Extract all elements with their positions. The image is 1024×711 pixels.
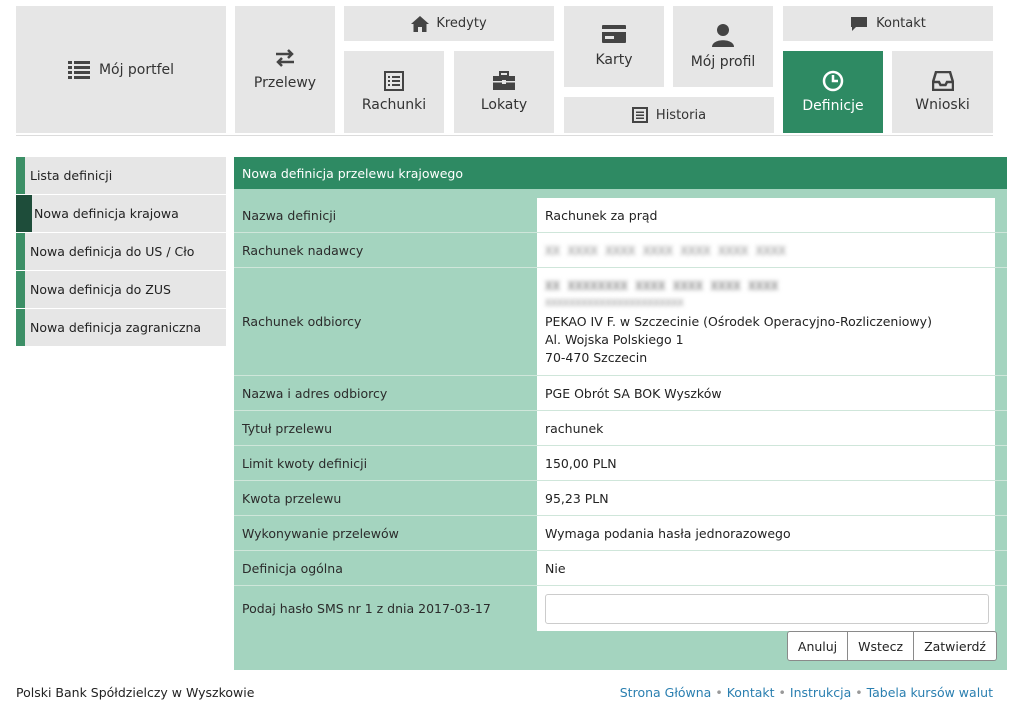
row-label: Nazwa i adres odbiorcy bbox=[242, 385, 388, 401]
form-row-transfer-title: Tytuł przelewu rachunek bbox=[234, 411, 1007, 446]
definition-form: Nazwa definicji Rachunek za prąd Rachune… bbox=[234, 198, 1007, 631]
credit-card-icon bbox=[602, 25, 626, 43]
recipient-bank-name: PEKAO IV F. w Szczecinie (Ośrodek Operac… bbox=[545, 313, 932, 329]
nav-tile-accounts[interactable]: Rachunki bbox=[344, 51, 444, 133]
form-row-amount-limit: Limit kwoty definicji 150,00 PLN bbox=[234, 446, 1007, 481]
nav-label-loans: Kredyty bbox=[436, 16, 487, 31]
form-row-general-definition: Definicja ogólna Nie bbox=[234, 551, 1007, 586]
recipient-account-number: XX XXXXXXXX XXXX XXXX XXXX XXXX bbox=[545, 277, 779, 293]
chat-icon bbox=[851, 16, 868, 31]
sms-password-cell bbox=[537, 586, 995, 631]
sidebar-item-new-zus[interactable]: Nowa definicja do ZUS bbox=[16, 271, 226, 308]
sidebar-item-label: Nowa definicja krajowa bbox=[34, 206, 179, 221]
nav-tile-transfers[interactable]: Przelewy bbox=[235, 6, 335, 133]
row-label: Rachunek odbiorcy bbox=[242, 314, 362, 329]
header-divider bbox=[16, 135, 993, 136]
nav-tile-profile[interactable]: Mój profil bbox=[673, 6, 773, 87]
footer-separator: • bbox=[715, 685, 723, 700]
footer-link-manual[interactable]: Instrukcja bbox=[790, 685, 851, 700]
nav-label-accounts: Rachunki bbox=[361, 97, 427, 113]
row-label: Podaj hasło SMS nr 1 z dnia 2017-03-17 bbox=[242, 601, 491, 616]
nav-label-applications: Wnioski bbox=[915, 97, 970, 113]
clock-icon bbox=[822, 70, 844, 92]
confirm-button[interactable]: Zatwierdź bbox=[914, 631, 997, 661]
sidebar-item-definition-list[interactable]: Lista definicji bbox=[16, 157, 226, 194]
nav-label-portfolio: Mój portfel bbox=[98, 61, 175, 78]
nav-tile-definitions[interactable]: Definicje bbox=[783, 51, 883, 133]
nav-label-history: Historia bbox=[655, 107, 707, 123]
footer-separator: • bbox=[778, 685, 786, 700]
sidebar-item-new-foreign[interactable]: Nowa definicja zagraniczna bbox=[16, 309, 226, 346]
row-label: Wykonywanie przelewów bbox=[242, 525, 399, 541]
nav-label-profile: Mój profil bbox=[690, 54, 756, 70]
footer-link-contact[interactable]: Kontakt bbox=[727, 685, 775, 700]
home-icon bbox=[411, 15, 430, 32]
recipient-bank-street: Al. Wojska Polskiego 1 bbox=[545, 331, 684, 347]
row-label: Limit kwoty definicji bbox=[242, 455, 368, 471]
nav-label-cards: Karty bbox=[595, 52, 633, 68]
general-definition-value: Nie bbox=[537, 551, 995, 585]
sidebar-item-label: Nowa definicja do ZUS bbox=[30, 282, 171, 297]
nav-tile-history[interactable]: Historia bbox=[564, 97, 774, 133]
footer-link-exchange-rates[interactable]: Tabela kursów walut bbox=[867, 685, 993, 700]
row-label: Rachunek nadawcy bbox=[242, 242, 364, 258]
form-row-sms-password: Podaj hasło SMS nr 1 z dnia 2017-03-17 bbox=[234, 586, 1007, 631]
nav-label-deposits: Lokaty bbox=[480, 97, 528, 113]
row-label: Tytuł przelewu bbox=[242, 420, 333, 436]
footer-links: Strona Główna • Kontakt • Instrukcja • T… bbox=[620, 685, 993, 700]
ledger-icon bbox=[384, 71, 404, 91]
nav-label-transfers: Przelewy bbox=[253, 74, 317, 91]
recipient-account-subline: XXXXXXXXXXXXXXXXXXXXXXX bbox=[545, 297, 684, 309]
inbox-icon bbox=[931, 71, 954, 91]
sender-account-value: XX XXXX XXXX XXXX XXXX XXXX XXXX bbox=[545, 242, 786, 258]
form-row-transfer-amount: Kwota przelewu 95,23 PLN bbox=[234, 481, 1007, 516]
nav-label-definitions: Definicje bbox=[802, 98, 864, 114]
form-row-definition-name: Nazwa definicji Rachunek za prąd bbox=[234, 198, 1007, 233]
form-row-recipient-account: Rachunek odbiorcy XX XXXXXXXX XXXX XXXX … bbox=[234, 268, 1007, 376]
nav-label-contact: Kontakt bbox=[876, 16, 926, 31]
sidebar: Lista definicji Nowa definicja krajowa N… bbox=[16, 157, 226, 347]
nav-tile-contact[interactable]: Kontakt bbox=[783, 6, 993, 41]
sidebar-item-label: Nowa definicja zagraniczna bbox=[30, 320, 202, 335]
sidebar-item-label: Lista definicji bbox=[30, 168, 113, 183]
list-icon bbox=[67, 60, 90, 79]
footer-link-home[interactable]: Strona Główna bbox=[620, 685, 712, 700]
cancel-button[interactable]: Anuluj bbox=[786, 631, 849, 661]
definition-form-panel: Nowa definicja przelewu krajowego Nazwa … bbox=[234, 157, 1007, 670]
definition-name-value: Rachunek za prąd bbox=[537, 198, 995, 232]
history-list-icon bbox=[631, 107, 648, 123]
transfer-title-value: rachunek bbox=[537, 411, 995, 445]
recipient-bank-city: 70-470 Szczecin bbox=[545, 349, 648, 365]
panel-title: Nowa definicja przelewu krajowego bbox=[234, 157, 1007, 189]
transfer-arrows-icon bbox=[276, 48, 294, 67]
footer-separator: • bbox=[855, 685, 863, 700]
recipient-name-value: PGE Obrót SA BOK Wyszków bbox=[537, 376, 995, 410]
nav-tile-deposits[interactable]: Lokaty bbox=[454, 51, 554, 133]
recipient-account-cell: XX XXXXXXXX XXXX XXXX XXXX XXXX XXXXXXXX… bbox=[537, 268, 995, 375]
footer-bank-name: Polski Bank Spółdzielczy w Wyszkowie bbox=[16, 685, 255, 700]
form-row-recipient-name: Nazwa i adres odbiorcy PGE Obrót SA BOK … bbox=[234, 376, 1007, 411]
sidebar-item-new-domestic[interactable]: Nowa definicja krajowa bbox=[16, 195, 226, 232]
user-icon bbox=[712, 24, 734, 47]
sidebar-item-new-tax-customs[interactable]: Nowa definicja do US / Cło bbox=[16, 233, 226, 270]
sms-password-input[interactable] bbox=[545, 593, 989, 624]
transfer-amount-value: 95,23 PLN bbox=[537, 481, 995, 515]
form-actions: Anuluj Wstecz Zatwierdź bbox=[786, 631, 997, 661]
briefcase-icon bbox=[493, 71, 515, 90]
execution-value: Wymaga podania hasła jednorazowego bbox=[537, 516, 995, 550]
sidebar-item-label: Nowa definicja do US / Cło bbox=[30, 244, 195, 259]
nav-tile-loans[interactable]: Kredyty bbox=[344, 6, 554, 41]
row-label: Kwota przelewu bbox=[242, 490, 342, 506]
nav-tile-applications[interactable]: Wnioski bbox=[892, 51, 993, 133]
form-row-execution: Wykonywanie przelewów Wymaga podania has… bbox=[234, 516, 1007, 551]
nav-tile-cards[interactable]: Karty bbox=[564, 6, 664, 87]
back-button[interactable]: Wstecz bbox=[848, 631, 915, 661]
nav-tile-portfolio[interactable]: Mój portfel bbox=[16, 6, 226, 133]
row-label: Definicja ogólna bbox=[242, 560, 343, 576]
row-label: Nazwa definicji bbox=[242, 207, 337, 223]
sender-account-cell: XX XXXX XXXX XXXX XXXX XXXX XXXX bbox=[537, 233, 995, 267]
form-row-sender-account: Rachunek nadawcy XX XXXX XXXX XXXX XXXX … bbox=[234, 233, 1007, 268]
amount-limit-value: 150,00 PLN bbox=[537, 446, 995, 480]
